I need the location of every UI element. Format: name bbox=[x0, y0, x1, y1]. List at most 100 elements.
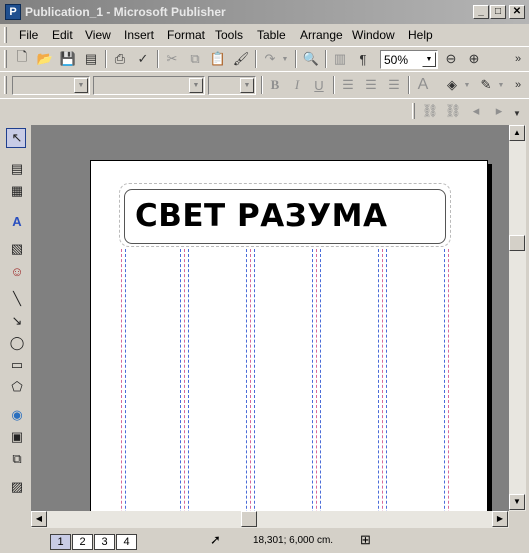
font-select[interactable]: ▼ bbox=[93, 76, 205, 95]
cut-icon[interactable]: ✂ bbox=[162, 49, 182, 69]
vertical-scroll-thumb[interactable] bbox=[509, 235, 525, 251]
copy-icon[interactable]: ⧉ bbox=[185, 49, 205, 69]
rectangle-tool-icon[interactable]: ▭ bbox=[7, 355, 27, 375]
chevron-down-icon[interactable]: ▼ bbox=[510, 103, 524, 123]
arrow-pointer-icon[interactable]: ↖ bbox=[7, 128, 27, 148]
page-tab-2[interactable]: 2 bbox=[72, 534, 93, 550]
chevron-down-icon[interactable]: ▼ bbox=[240, 78, 254, 93]
picture-icon[interactable]: ▧ bbox=[7, 239, 27, 259]
publication-page[interactable]: СВЕТ РАЗУМА bbox=[90, 160, 488, 511]
next-frame-icon[interactable]: ▸ bbox=[489, 101, 509, 121]
zoom-out-icon[interactable]: ⊖ bbox=[441, 49, 461, 69]
new-document-icon[interactable]: 🗋 bbox=[12, 49, 32, 69]
chevron-down-icon[interactable]: ▼ bbox=[189, 78, 203, 93]
horizontal-scroll-thumb[interactable] bbox=[241, 511, 257, 527]
chevron-down-icon[interactable]: ▼ bbox=[74, 78, 88, 93]
menu-window[interactable]: Window bbox=[352, 28, 395, 42]
toolbar-grip[interactable] bbox=[412, 103, 415, 119]
text-box-icon[interactable]: ▤ bbox=[7, 159, 27, 179]
objects-toolbar: ↖ ▤ ▦ A ▧ ☺ ╲ ↘ ◯ ▭ ⬠ ◉ ▣ ⧉ ▨ bbox=[3, 125, 29, 510]
menu-tools[interactable]: Tools bbox=[215, 28, 243, 42]
toolbar-grip[interactable] bbox=[4, 76, 7, 94]
separator bbox=[157, 50, 159, 68]
menu-table[interactable]: Table bbox=[257, 28, 286, 42]
title-bar[interactable]: P Publication_1 - Microsoft Publisher _ … bbox=[0, 0, 529, 24]
link-icon[interactable]: ⛓ bbox=[420, 101, 440, 121]
unlink-icon[interactable]: ⛓ bbox=[443, 101, 463, 121]
bold-button[interactable]: B bbox=[265, 75, 285, 95]
toolbar-overflow-icon[interactable]: » bbox=[508, 75, 528, 95]
paste-icon[interactable]: 📋 bbox=[208, 49, 228, 69]
italic-button[interactable]: I bbox=[287, 75, 307, 95]
font-size-select[interactable]: ▼ bbox=[208, 76, 256, 95]
headline-text[interactable]: СВЕТ РАЗУМА bbox=[135, 198, 387, 234]
oval-tool-icon[interactable]: ◯ bbox=[7, 333, 27, 353]
pilcrow-icon[interactable]: ¶ bbox=[353, 49, 373, 69]
line-dropdown-icon[interactable]: ▼ bbox=[496, 75, 506, 95]
previous-frame-icon[interactable]: ◂ bbox=[466, 101, 486, 121]
page-tab-4[interactable]: 4 bbox=[116, 534, 137, 550]
menu-file[interactable]: File bbox=[19, 28, 38, 42]
line-tool-icon[interactable]: ╲ bbox=[7, 289, 27, 309]
separator bbox=[295, 50, 297, 68]
save-icon[interactable]: 💾 bbox=[58, 49, 78, 69]
publisher-app-icon[interactable]: P bbox=[5, 4, 21, 20]
justify-icon[interactable]: ☰ bbox=[384, 75, 404, 95]
column-guide bbox=[312, 249, 313, 511]
align-left-icon[interactable]: ☰ bbox=[338, 75, 358, 95]
hotspot-icon[interactable]: ◉ bbox=[7, 405, 27, 425]
scroll-right-button[interactable]: ▶ bbox=[492, 511, 508, 527]
scroll-down-button[interactable]: ▼ bbox=[509, 494, 525, 510]
print-preview-icon[interactable]: ▤ bbox=[81, 49, 101, 69]
chevron-down-icon[interactable]: ▼ bbox=[422, 52, 436, 67]
align-center-icon[interactable]: ☰ bbox=[361, 75, 381, 95]
redo-dropdown-icon[interactable]: ▼ bbox=[280, 49, 290, 69]
menu-insert[interactable]: Insert bbox=[124, 28, 154, 42]
autoshapes-icon[interactable]: ⬠ bbox=[7, 377, 27, 397]
printer-icon[interactable]: ⎙ bbox=[110, 49, 130, 69]
toolbar-grip[interactable] bbox=[4, 50, 7, 68]
fill-dropdown-icon[interactable]: ▼ bbox=[462, 75, 472, 95]
vertical-scrollbar[interactable]: ▲ ▼ bbox=[509, 125, 526, 511]
column-guide bbox=[254, 249, 255, 511]
design-gallery-icon[interactable]: ▨ bbox=[7, 477, 27, 497]
column-guide bbox=[125, 249, 126, 511]
minimize-button[interactable]: _ bbox=[473, 5, 489, 19]
scroll-left-button[interactable]: ◀ bbox=[31, 511, 47, 527]
columns-icon[interactable]: ▥ bbox=[330, 49, 350, 69]
search-icon[interactable]: 🔍 bbox=[301, 49, 321, 69]
standard-toolbar: 🗋 📂 💾 ▤ ⎙ ✓ ✂ ⧉ 📋 🖌 ↷ ▼ 🔍 ▥ ¶ 50% ▼ ⊖ ⊕ … bbox=[0, 46, 529, 71]
table-icon[interactable]: ▦ bbox=[7, 181, 27, 201]
fill-color-icon[interactable]: ◈ bbox=[442, 75, 462, 95]
line-color-icon[interactable]: ✎ bbox=[476, 75, 496, 95]
menu-grip[interactable] bbox=[4, 27, 7, 43]
open-folder-icon[interactable]: 📂 bbox=[35, 49, 55, 69]
menu-edit[interactable]: Edit bbox=[52, 28, 73, 42]
column-guide bbox=[320, 249, 321, 511]
horizontal-scrollbar[interactable]: ◀ ▶ bbox=[31, 511, 509, 528]
html-fragment-icon[interactable]: ⧉ bbox=[7, 449, 27, 469]
form-control-icon[interactable]: ▣ bbox=[7, 427, 27, 447]
menu-help[interactable]: Help bbox=[408, 28, 433, 42]
scroll-up-button[interactable]: ▲ bbox=[509, 125, 525, 141]
maximize-button[interactable]: □ bbox=[490, 5, 506, 19]
grow-font-button[interactable]: A bbox=[413, 75, 433, 95]
arrow-tool-icon[interactable]: ↘ bbox=[7, 311, 27, 331]
zoom-in-icon[interactable]: ⊕ bbox=[464, 49, 484, 69]
clip-art-icon[interactable]: ☺ bbox=[7, 261, 27, 281]
menu-arrange[interactable]: Arrange bbox=[300, 28, 343, 42]
spelling-icon[interactable]: ✓ bbox=[133, 49, 153, 69]
toolbar-overflow-icon[interactable]: » bbox=[508, 49, 528, 69]
close-button[interactable]: ✕ bbox=[509, 5, 525, 19]
menu-format[interactable]: Format bbox=[167, 28, 205, 42]
style-select[interactable]: ▼ bbox=[12, 76, 90, 95]
wordart-icon[interactable]: A bbox=[7, 211, 27, 231]
workspace[interactable]: СВЕТ РАЗУМА bbox=[31, 125, 509, 511]
menu-view[interactable]: View bbox=[85, 28, 111, 42]
page-tab-1[interactable]: 1 bbox=[50, 534, 71, 550]
underline-button[interactable]: U bbox=[309, 75, 329, 95]
page-tab-3[interactable]: 3 bbox=[94, 534, 115, 550]
redo-icon[interactable]: ↷ bbox=[260, 49, 280, 69]
zoom-select[interactable]: 50% ▼ bbox=[380, 50, 438, 69]
format-painter-icon[interactable]: 🖌 bbox=[231, 49, 251, 69]
